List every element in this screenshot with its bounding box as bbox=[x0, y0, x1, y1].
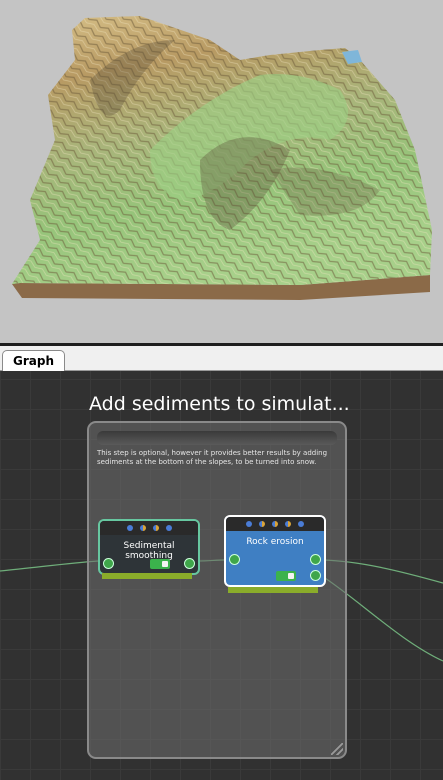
tab-graph[interactable]: Graph bbox=[2, 350, 65, 371]
enable-toggle[interactable] bbox=[276, 571, 296, 581]
node-port-bar bbox=[100, 521, 198, 535]
tab-strip: Graph bbox=[0, 346, 443, 371]
output-connector-icon[interactable] bbox=[310, 554, 321, 565]
group-description: This step is optional, however it provid… bbox=[97, 449, 328, 466]
graph-canvas[interactable]: Add sediments to simulat... This step is… bbox=[0, 371, 443, 780]
input-port-icon[interactable] bbox=[139, 525, 146, 531]
node-title: Rock erosion bbox=[246, 537, 304, 547]
node-sedimental-smoothing[interactable]: Sedimental smoothing bbox=[98, 519, 200, 575]
node-underbar bbox=[102, 573, 192, 579]
terrain-render bbox=[12, 16, 432, 300]
output-connector-icon[interactable] bbox=[184, 558, 195, 569]
node-rock-erosion[interactable]: Rock erosion bbox=[224, 515, 326, 587]
input-port-icon[interactable] bbox=[285, 521, 291, 527]
input-port-icon[interactable] bbox=[298, 521, 304, 527]
input-port-icon[interactable] bbox=[272, 521, 278, 527]
output-connector-icon[interactable] bbox=[310, 570, 321, 581]
node-port-bar bbox=[226, 517, 324, 531]
input-connector-icon[interactable] bbox=[229, 554, 240, 565]
terrain-viewport[interactable] bbox=[0, 0, 443, 343]
input-connector-icon[interactable] bbox=[103, 558, 114, 569]
group-header-bar bbox=[97, 431, 337, 445]
wire-input bbox=[0, 560, 99, 572]
input-port-icon[interactable] bbox=[259, 521, 265, 527]
node-underbar bbox=[228, 587, 318, 593]
resize-grip-icon[interactable] bbox=[331, 743, 343, 755]
node-title: Sedimental smoothing bbox=[123, 541, 175, 561]
group-title[interactable]: Add sediments to simulat... bbox=[89, 393, 349, 415]
input-port-icon[interactable] bbox=[165, 525, 172, 531]
input-port-icon[interactable] bbox=[246, 521, 252, 527]
enable-toggle[interactable] bbox=[150, 559, 170, 569]
input-port-icon[interactable] bbox=[126, 525, 133, 531]
input-port-icon[interactable] bbox=[152, 525, 159, 531]
